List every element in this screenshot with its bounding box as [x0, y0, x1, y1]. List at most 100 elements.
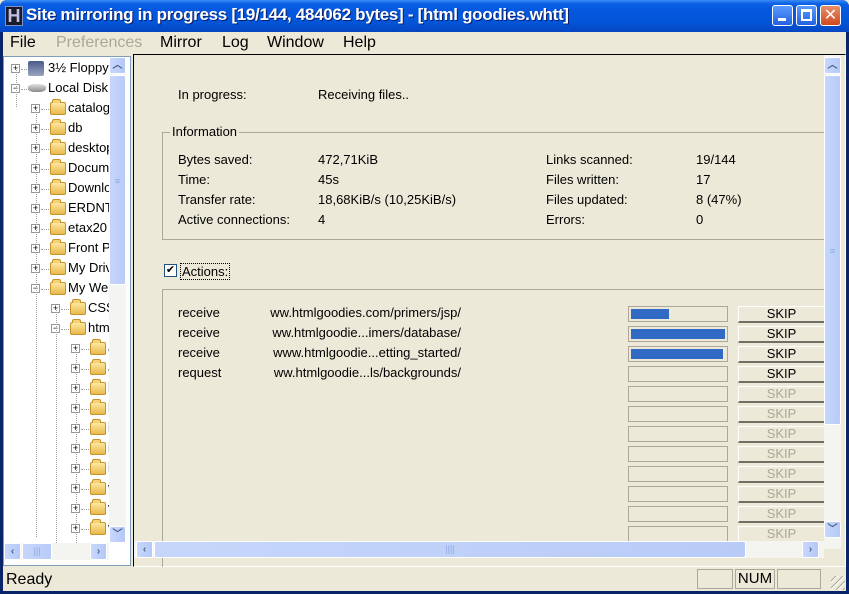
in-progress-value: Receiving files..	[318, 87, 410, 102]
tree-connector	[81, 349, 89, 350]
main-scroll-up-button[interactable]: ︿	[824, 57, 841, 74]
actions-label[interactable]: Actions:	[180, 263, 231, 280]
tree-item-label: Front P	[68, 240, 109, 255]
tree-connector	[41, 269, 49, 270]
folder-icon	[90, 519, 106, 535]
skip-button[interactable]: SKIP	[738, 326, 824, 343]
tree-connector	[61, 329, 69, 330]
menu-file[interactable]: File	[7, 34, 39, 52]
tree-item[interactable]: +3½ Floppy	[4, 59, 109, 79]
title-bar[interactable]: H Site mirroring in progress [19/144, 48…	[0, 0, 849, 32]
info-value: 472,71KiB	[318, 152, 378, 167]
skip-button[interactable]: SKIP	[738, 346, 824, 363]
tree-item[interactable]: − Local Disk	[4, 79, 109, 99]
folder-icon	[50, 119, 66, 135]
tree-item-label: catalog	[68, 100, 109, 115]
drive-icon	[28, 84, 46, 92]
skip-button[interactable]: SKIP	[738, 466, 824, 483]
folder-icon	[90, 399, 106, 415]
tree-item[interactable]: +Documents	[4, 159, 109, 179]
info-label: Files updated:	[546, 192, 628, 207]
tree-connector	[81, 449, 89, 450]
folder-icon	[90, 339, 106, 355]
menu-help[interactable]: Help	[340, 34, 379, 52]
menu-window[interactable]: Window	[264, 34, 327, 52]
window-title: Site mirroring in progress [19/144, 4840…	[26, 5, 569, 24]
tree-connector	[36, 107, 37, 537]
tree-connector	[41, 169, 49, 170]
progress-fill	[631, 309, 669, 319]
close-icon: ✕	[823, 7, 838, 24]
skip-button[interactable]: SKIP	[738, 366, 824, 383]
tree-connector	[61, 309, 69, 310]
skip-button[interactable]: SKIP	[738, 306, 824, 323]
skip-button[interactable]: SKIP	[738, 426, 824, 443]
tree-connector	[81, 529, 89, 530]
progress-fill	[631, 329, 725, 339]
main-scroll-right-button[interactable]: ›	[802, 541, 819, 558]
menu-mirror[interactable]: Mirror	[157, 34, 205, 52]
floppy-icon	[28, 61, 44, 76]
folder-icon	[50, 139, 66, 155]
info-value: 18,68KiB/s (10,25KiB/s)	[318, 192, 457, 207]
skip-button[interactable]: SKIP	[738, 446, 824, 463]
tree-item[interactable]: + Front P	[4, 239, 109, 259]
tree-connector	[76, 347, 77, 543]
tree-item[interactable]: − My We	[4, 279, 109, 299]
tree-scroll-down-button[interactable]: ﹀	[109, 526, 126, 543]
main-vertical-scrollbar[interactable]: ︿ ≡ ﹀	[824, 55, 841, 549]
tree-scroll-left-button[interactable]: ‹	[4, 543, 21, 560]
skip-button[interactable]: SKIP	[738, 486, 824, 503]
app-icon[interactable]: H	[5, 6, 23, 26]
folder-icon	[90, 439, 106, 455]
main-scroll-down-button[interactable]: ﹀	[824, 521, 841, 538]
main-horizontal-scrollbar[interactable]: ‹ |||| ›	[134, 541, 824, 558]
tree-item[interactable]: + desktop	[4, 139, 109, 159]
minimize-button[interactable]	[772, 5, 793, 26]
action-url: ww.htmlgoodie...ls/backgrounds/	[273, 365, 461, 380]
tree-scroll-right-button[interactable]: ›	[90, 543, 107, 560]
main-hscroll-thumb[interactable]: ||||	[154, 541, 746, 558]
tree-connector	[81, 389, 89, 390]
info-label: Links scanned:	[546, 152, 633, 167]
skip-button[interactable]: SKIP	[738, 386, 824, 403]
tree-item-label: Documents	[68, 160, 109, 175]
skip-button[interactable]: SKIP	[738, 406, 824, 423]
tree-item[interactable]: + db	[4, 119, 109, 139]
menu-log[interactable]: Log	[219, 34, 252, 52]
tree-item-label: My Driv	[68, 260, 109, 275]
info-value: 45s	[318, 172, 339, 187]
action-progress-bar	[628, 306, 728, 322]
tree-item[interactable]: + My Driv	[4, 259, 109, 279]
action-type: receive	[178, 305, 220, 320]
action-type: request	[178, 365, 222, 380]
tree-horizontal-scrollbar[interactable]: ‹ ||| ›	[4, 543, 109, 560]
info-label: Bytes saved:	[178, 152, 253, 167]
close-button[interactable]: ✕	[820, 5, 841, 26]
action-progress-bar	[628, 406, 728, 422]
main-vscroll-thumb[interactable]: ≡	[824, 75, 841, 425]
client-area: File Preferences Mirror Log Window Help +3½ F…	[3, 32, 846, 591]
tree-item[interactable]: + etax20	[4, 219, 109, 239]
tree-item[interactable]: + ERDNT	[4, 199, 109, 219]
tree-item[interactable]: +Downloads	[4, 179, 109, 199]
action-progress-bar	[628, 326, 728, 342]
maximize-button[interactable]	[796, 5, 817, 26]
menu-preferences[interactable]: Preferences	[53, 34, 145, 52]
tree-hscroll-thumb[interactable]: |||	[22, 543, 52, 560]
skip-button[interactable]: SKIP	[738, 506, 824, 523]
info-label: Errors:	[546, 212, 585, 227]
main-scroll-left-button[interactable]: ‹	[136, 541, 153, 558]
tree-item[interactable]: + catalog	[4, 99, 109, 119]
folder-icon	[50, 199, 66, 215]
actions-checkbox[interactable]: ✔	[164, 264, 177, 277]
action-progress-bar	[628, 486, 728, 502]
tree-vscroll-thumb[interactable]: ≡	[109, 75, 126, 285]
tree-vertical-scrollbar[interactable]: ︿ ≡ ﹀	[109, 57, 126, 543]
action-progress-bar	[628, 386, 728, 402]
folder-tree[interactable]: +3½ Floppy − Local Disk + catalog + db + desktop…	[3, 56, 131, 566]
tree-item-label: Local Disk	[48, 80, 108, 95]
resize-grip-icon[interactable]	[831, 576, 845, 590]
tree-scroll-up-button[interactable]: ︿	[109, 57, 126, 74]
in-progress-label: In progress:	[178, 87, 247, 102]
